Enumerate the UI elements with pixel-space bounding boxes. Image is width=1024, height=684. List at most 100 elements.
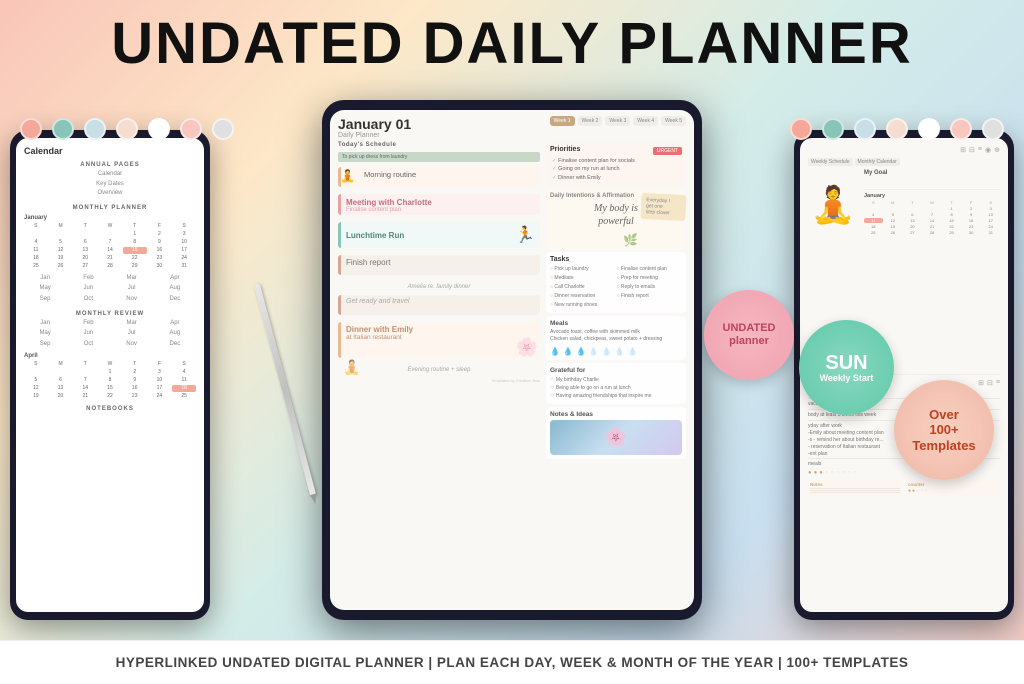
intentions-box: Daily Intentions & Affirmation My body i… <box>546 189 686 249</box>
run-item: Lunchtime Run 🏃 <box>338 222 540 248</box>
dot-1 <box>20 118 42 140</box>
main-title: UNDATED DAILY PLANNER <box>0 10 1024 77</box>
notes-image: 🌸 <box>550 420 682 455</box>
badge-sun-main: SUN <box>825 353 867 373</box>
family-dinner-note: Amelia re. family dinner <box>338 284 540 290</box>
task-5: Call Charlotte <box>550 283 616 291</box>
dot-3 <box>84 118 106 140</box>
badge-undated-text: UNDATED planner <box>723 322 776 348</box>
annual-pages-label: ANNUAL PAGES <box>24 162 196 168</box>
dot-r7 <box>982 118 1004 140</box>
planner-subtitle: Daily Planner <box>338 132 411 139</box>
notes-title: Notes & Ideas <box>550 411 682 418</box>
week-tab-4[interactable]: Week 4 <box>633 116 658 126</box>
schedule-meeting: Meeting with Charlotte Finalise content … <box>338 194 540 215</box>
grateful-3: ♡ Having amazing friendships that inspir… <box>550 392 682 400</box>
color-dots-left <box>20 118 234 140</box>
task-6: Reply to emails <box>617 283 683 291</box>
goal-calendar: My Goal January SMTWTFS 123 45678910 111… <box>864 170 1000 240</box>
week-tab-2[interactable]: Week 2 <box>578 116 603 126</box>
mini-cal-jan-title: January <box>24 215 196 221</box>
morning-routine-item: 🧘 Morning routine <box>338 167 540 187</box>
dot-5 <box>148 118 170 140</box>
meeting-item: Meeting with Charlotte Finalise content … <box>338 194 540 215</box>
dot-r2 <box>822 118 844 140</box>
meal-1: Avocado toast, coffee with skimmed milk <box>550 329 682 337</box>
dot-r5 <box>918 118 940 140</box>
getready-item: Get ready and travel <box>338 295 540 315</box>
dot-2 <box>52 118 74 140</box>
report-item: Finish report <box>338 255 540 275</box>
task-9: New running shoes <box>550 301 616 309</box>
mini-cal-jan: January SMTWTFS 123 45678910 11121314151… <box>24 215 196 270</box>
dot-r6 <box>950 118 972 140</box>
template-credit: Templates by Creative Jess <box>338 378 540 383</box>
badge-sun-sub: Weekly Start <box>820 373 874 383</box>
calendar-link[interactable]: Calendar <box>24 170 196 180</box>
dinner-item: Dinner with Emily at Italian restaurant … <box>338 322 540 358</box>
tablet-left-screen: Calendar ANNUAL PAGES Calendar Key Dates… <box>16 138 204 612</box>
badge-undated: UNDATED planner <box>704 290 794 380</box>
right-mini-cal: SMTWTFS 123 45678910 11121314151617 1819… <box>864 200 1000 235</box>
right-tab-monthly[interactable]: Monthly Calendar <box>855 158 900 166</box>
week-tab-5[interactable]: Week 5 <box>661 116 686 126</box>
bottom-banner: HYPERLINKED UNDATED DIGITAL PLANNER | PL… <box>0 640 1024 684</box>
urgent-badge: URGENT <box>653 147 682 155</box>
color-dots-right <box>790 118 1004 140</box>
right-tab-weekly[interactable]: Weekly Schedule <box>808 158 853 166</box>
goal-line <box>864 178 1000 190</box>
sticky-note: Everyday Iget onestep closer <box>640 193 686 221</box>
dot-4 <box>116 118 138 140</box>
mini-cal-apr: April SMTWTFS 1234 567891011 12131415161… <box>24 353 196 400</box>
week-tab-3[interactable]: Week 3 <box>605 116 630 126</box>
tablet-center-screen: January 01 Daily Planner Week 1 Week 2 W… <box>330 110 694 610</box>
schedule-getready: Get ready and travel <box>338 295 540 315</box>
badge-templates-text: Over 100+ Templates <box>912 407 975 454</box>
badge-sun: SUN Weekly Start <box>799 320 894 415</box>
planner-date: January 01 <box>338 116 411 132</box>
task-2: Finalise content plan <box>617 265 683 273</box>
schedule-section: Today's Schedule To pick up dress from l… <box>338 142 686 532</box>
leaf-decoration: 🌿 <box>623 233 638 247</box>
priority-2: Going on my run at lunch <box>550 165 682 173</box>
schedule-evening: Evening routine + sleep 🧘 <box>338 367 540 373</box>
tablet-center: January 01 Daily Planner Week 1 Week 2 W… <box>322 100 702 620</box>
badge-templates: Over 100+ Templates <box>894 380 994 480</box>
meals-box: Meals Avocado toast, coffee with skimmed… <box>546 316 686 360</box>
water-tracker: 💧💧💧💧💧💧💧 <box>550 347 682 356</box>
reminder-banner: To pick up dress from laundry <box>338 152 540 162</box>
overview-link[interactable]: Overview <box>24 189 196 199</box>
grateful-box: Grateful for ♡ My birthday Charlie ♡ Bei… <box>546 363 686 404</box>
tasks-box: Tasks Pick up laundry Finalise content p… <box>546 252 686 313</box>
task-1: Pick up laundry <box>550 265 616 273</box>
goal-label: My Goal <box>864 170 1000 176</box>
dot-r1 <box>790 118 812 140</box>
stylus <box>254 283 317 497</box>
task-3: Meditate <box>550 274 616 282</box>
tasks-grid: Pick up laundry Finalise content plan Me… <box>550 265 682 309</box>
right-month-label: January <box>864 193 1000 199</box>
right-top-content: 🧘 My Goal January SMTWTFS 123 45678910 1… <box>808 170 1000 240</box>
priority-1: Finalise content plan for socials <box>550 157 682 165</box>
key-dates-link[interactable]: Key Dates <box>24 180 196 190</box>
right-panel-2: counter ●●○○○ <box>906 480 1000 496</box>
planner-header: January 01 Daily Planner Week 1 Week 2 W… <box>338 116 686 139</box>
monthly-planner-label: MONTHLY PLANNER <box>24 205 196 211</box>
yoga-figure: 🧘 <box>808 170 858 240</box>
priorities-title: Priorities <box>550 146 580 153</box>
dot-7 <box>212 118 234 140</box>
right-bottom-panels: Notes counter ●●○○○ <box>808 480 1000 496</box>
dot-r4 <box>886 118 908 140</box>
right-tabs: Weekly Schedule Monthly Calendar <box>808 158 1000 166</box>
week-tabs: Week 1 Week 2 Week 3 Week 4 Week 5 <box>550 116 686 126</box>
priority-3: Dinner with Emily <box>550 174 682 182</box>
tablet-left: Calendar ANNUAL PAGES Calendar Key Dates… <box>10 130 210 620</box>
planner-right-col: Priorities URGENT Finalise content plan … <box>546 142 686 532</box>
calendar-title: Calendar <box>24 146 196 156</box>
right-icon-bar: ⊞ ⊟ ≡ ◉ ⊕ <box>808 146 1000 154</box>
bottom-banner-text: HYPERLINKED UNDATED DIGITAL PLANNER | PL… <box>116 655 909 670</box>
week-tab-1[interactable]: Week 1 <box>550 116 575 126</box>
dot-r3 <box>854 118 876 140</box>
schedule-morning: 🧘 Morning routine <box>338 167 540 187</box>
meal-2: Chicken salad, chickpeas, sweet potato +… <box>550 336 682 344</box>
